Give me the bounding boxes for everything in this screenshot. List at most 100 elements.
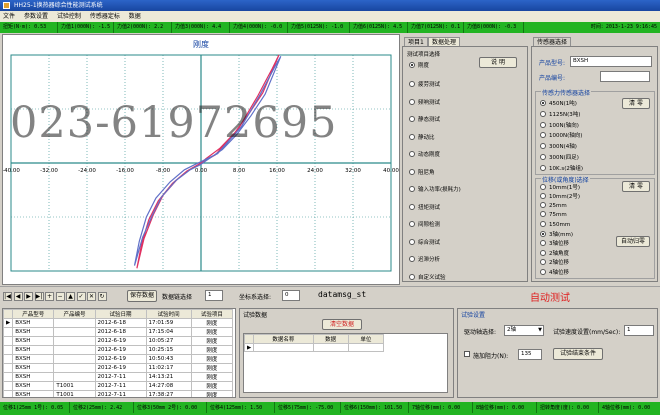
table-cell: 刚度 <box>190 381 234 391</box>
force-sensor-option[interactable]: 300N(4轴) <box>540 142 577 150</box>
menu-sensor-calibration[interactable]: 传感器定标 <box>90 13 120 20</box>
force-sensor-option[interactable]: 100N(轴向) <box>540 121 579 129</box>
status-force-4: 力值4(000N): -0.0 <box>230 22 288 33</box>
x-tick-label: -24.00 <box>78 168 96 174</box>
preload-input[interactable]: 135 <box>518 349 542 360</box>
displacement-option[interactable]: 4轴位移 <box>540 268 569 276</box>
menu-test-control[interactable]: 试验控制 <box>57 13 81 20</box>
table-cell <box>53 363 96 373</box>
force-sensor-option[interactable]: 1125N(3吨) <box>540 110 580 118</box>
clear-data-button[interactable]: 清空数据 <box>322 319 362 330</box>
displacement-option[interactable]: 10mm(1号) <box>540 183 580 191</box>
row-indicator-header <box>3 309 14 319</box>
test-item-label: 输入功率(损耗力) <box>418 187 461 193</box>
record-nav-button[interactable]: ✓ <box>76 292 86 301</box>
test-item-option[interactable]: 迟滞分析 <box>409 255 440 263</box>
displacement-option[interactable]: 150mm <box>540 220 570 228</box>
row-indicator-header <box>243 334 255 344</box>
record-nav-button[interactable]: |◀ <box>3 292 12 301</box>
displacement-option-label: 2轴位移 <box>549 260 569 267</box>
menu-bar: 文件 参数设置 试验控制 传感器定标 数据 <box>0 11 660 22</box>
test-item-option[interactable]: 疲劳测试 <box>409 80 440 88</box>
table-row[interactable]: BXSH 2012-6-18 17:15:04 刚度 <box>3 327 234 337</box>
table-row[interactable]: BXSH 2012-6-19 11:02:17 刚度 <box>3 363 234 373</box>
test-data-panel: 试验数据 清空数据 数据名称 数据 单位 ▶ <box>239 308 454 398</box>
displacement-option[interactable]: 3轴(mm) <box>540 230 573 238</box>
force-sensor-option[interactable]: 450N(1吨) <box>540 99 577 107</box>
table-row[interactable]: BXSH 2012-6-19 10:25:15 刚度 <box>3 345 234 355</box>
menu-file[interactable]: 文件 <box>3 13 15 20</box>
table-row[interactable]: BXSH 2012-6-19 10:05:27 刚度 <box>3 336 234 346</box>
table-cell: BXSH <box>12 336 55 346</box>
test-item-option[interactable]: 静动比 <box>409 133 435 141</box>
model-input[interactable]: BXSH <box>570 56 652 67</box>
test-item-option[interactable]: 综合测试 <box>409 238 440 246</box>
radio-selected-icon <box>409 62 415 68</box>
menu-data[interactable]: 数据 <box>129 13 141 20</box>
record-nav-button[interactable]: − <box>55 292 65 301</box>
test-item-label: 综合测试 <box>418 239 441 246</box>
data-select-input[interactable]: 1 <box>205 290 223 301</box>
record-nav-button[interactable]: ▶ <box>24 292 33 301</box>
record-nav-button[interactable]: ▶| <box>34 292 44 301</box>
table-cell <box>347 343 385 352</box>
end-condition-button[interactable]: 试验结束条件 <box>553 348 603 360</box>
record-nav-button[interactable]: ▲ <box>66 292 75 301</box>
displacement-option[interactable]: 2轴位移 <box>540 258 569 266</box>
test-item-option[interactable]: 频响测试 <box>409 98 440 106</box>
auto-test-button[interactable]: 自动测试 <box>530 289 570 304</box>
table-cell: 刚度 <box>190 372 234 382</box>
status-force-6: 力值6(0125N): 4.5 <box>350 22 408 33</box>
test-item-option[interactable]: 扭矩测试 <box>409 203 440 211</box>
table-row[interactable]: BXSH 2012-6-19 10:50:43 刚度 <box>3 354 234 364</box>
test-item-label: 疲劳测试 <box>418 82 441 88</box>
test-data-header-row: 数据名称 数据 单位 <box>243 334 385 344</box>
record-nav-button[interactable]: ↻ <box>97 292 107 301</box>
force-sensor-option[interactable]: 300N(四足) <box>540 153 579 161</box>
table-row[interactable]: BXSH 2012-7-11 14:13:21 刚度 <box>3 372 234 382</box>
table-cell: 2012-6-18 <box>94 327 147 337</box>
displacement-option[interactable]: 10mm(2号) <box>540 192 580 200</box>
test-item-option[interactable]: 静态测试 <box>409 115 440 123</box>
force-sensor-option[interactable]: 10K.s(2轴组) <box>540 164 583 172</box>
record-nav-button[interactable]: ◀ <box>13 292 23 301</box>
record-nav-button[interactable]: + <box>45 292 54 301</box>
status-force-1: 力值1(000N): -1.5 <box>58 22 114 33</box>
displacement-option[interactable]: 2轴角度 <box>540 249 569 257</box>
radio-icon <box>409 98 415 105</box>
coord-select-input[interactable]: 0 <box>282 290 300 301</box>
test-item-option[interactable]: 阻尼角 <box>409 168 435 176</box>
table-row[interactable]: BXSH T1001 2012-7-11 14:27:08 刚度 <box>3 381 234 391</box>
test-item-option[interactable]: 动态刚度 <box>409 150 440 158</box>
displacement-option[interactable]: 3轴位移 <box>540 239 569 247</box>
test-item-option[interactable]: 自定义试验 <box>409 273 446 281</box>
displacement-option[interactable]: 75mm <box>540 211 567 218</box>
speed-input[interactable]: 1 <box>624 325 654 336</box>
displacement-option-label: 10mm(2号) <box>549 194 581 201</box>
force-option-label: 10K.s(2轴组) <box>549 165 584 172</box>
row-indicator <box>3 363 14 373</box>
test-item-label: 动态刚度 <box>418 152 441 158</box>
axis-select[interactable]: 2轴 ▼ <box>504 325 544 336</box>
auto-zero-button[interactable]: 自动归零 <box>616 236 650 247</box>
menu-params[interactable]: 参数设置 <box>24 13 48 20</box>
table-row[interactable]: ▶ BXSH 2012-6-18 17:01:59 刚度 <box>3 318 234 328</box>
table-row[interactable]: ▶ <box>243 343 385 352</box>
explain-button[interactable]: 说 明 <box>479 57 517 68</box>
record-nav-button[interactable]: ✕ <box>87 292 96 301</box>
force-zero-button[interactable]: 清 零 <box>622 98 650 109</box>
table-cell: 刚度 <box>190 354 234 364</box>
records-header-cell: 试验日期 <box>94 309 147 319</box>
table-row[interactable]: BXSH T1001 2012-7-11 17:38:27 刚度 <box>3 390 234 397</box>
test-item-option[interactable]: 输入功率(损耗力) <box>409 185 461 193</box>
model-label: 产品型号: <box>539 60 566 67</box>
table-cell: 14:27:08 <box>145 381 192 391</box>
force-sensor-option[interactable]: 1000N(轴向) <box>540 131 582 139</box>
preload-checkbox[interactable] <box>464 351 470 357</box>
displacement-zero-button[interactable]: 清 零 <box>622 181 650 192</box>
save-data-button[interactable]: 保存数据 <box>127 290 157 302</box>
displacement-option[interactable]: 25mm <box>540 201 567 209</box>
test-item-option[interactable]: 间隙检测 <box>409 220 440 228</box>
serial-input[interactable] <box>600 71 650 82</box>
item-stiffness[interactable]: 刚度 <box>409 61 429 69</box>
